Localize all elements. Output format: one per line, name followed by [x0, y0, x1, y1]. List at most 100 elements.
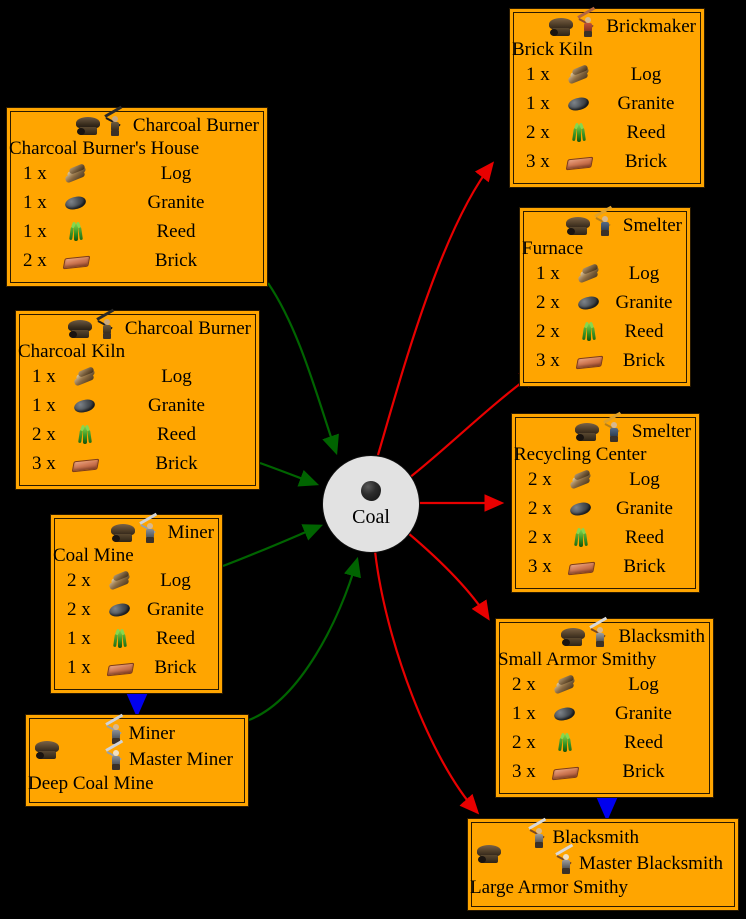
building-name: Charcoal Kiln: [18, 341, 126, 362]
smelter-icon: [603, 411, 624, 443]
node-small-armor-smithy[interactable]: Blacksmith Small Armor Smithy 2 x Log 1 …: [495, 616, 714, 798]
reed-icon: [571, 122, 587, 143]
cost-row: 2 x Brick: [15, 246, 259, 275]
cost-name: Granite: [148, 394, 205, 416]
node-coal-mine[interactable]: Miner Coal Mine 2 x Log 2 x Granite 1 x …: [50, 512, 223, 694]
node-body: Brickmaker Brick Kiln 1 x Log 1 x Granit…: [512, 6, 701, 184]
charcoal-burner-icon: [96, 308, 117, 340]
log-icon: [64, 162, 88, 183]
building-name: Coal Mine: [53, 545, 134, 566]
coal-icon: [360, 480, 382, 502]
cost-row: 2 x Reed: [520, 523, 691, 552]
miner-icon: [138, 512, 160, 544]
cost-qty: 1 x: [67, 656, 91, 678]
log-icon: [569, 468, 593, 489]
cost-qty: 2 x: [528, 468, 552, 490]
node-body: Blacksmith Master Blacksmith Large Armor…: [470, 817, 735, 907]
node-furnace[interactable]: Smelter Furnace 1 x Log 2 x Granite 2 x …: [519, 205, 691, 387]
worker-label: Blacksmith: [618, 626, 705, 647]
worker-row: Master Blacksmith: [476, 843, 730, 877]
reed-icon: [557, 732, 573, 753]
node-header: Smelter: [528, 205, 682, 238]
cost-qty: 3 x: [528, 555, 552, 577]
cost-qty: 1 x: [23, 220, 47, 242]
cost-qty: 1 x: [23, 191, 47, 213]
resource-node-coal[interactable]: Coal: [322, 455, 420, 553]
node-large-armor-smithy[interactable]: Blacksmith Master Blacksmith Large Armor…: [467, 817, 739, 911]
cost-row: 1 x Log: [518, 60, 696, 89]
charcoal-burners-house-icon: [75, 115, 101, 137]
granite-icon: [576, 294, 601, 311]
brick-icon: [106, 661, 135, 676]
brick-icon: [551, 765, 580, 780]
worker-label: Blacksmith: [552, 827, 639, 848]
cost-qty: 2 x: [32, 423, 56, 445]
cost-row: 1 x Reed: [59, 624, 214, 653]
edge-coal-to-small-armor-smithy: [407, 532, 490, 621]
cost-name: Brick: [623, 555, 666, 577]
cost-row: 2 x Log: [504, 670, 705, 699]
node-brick-kiln[interactable]: Brickmaker Brick Kiln 1 x Log 1 x Granit…: [509, 6, 705, 188]
node-recycling-center[interactable]: Smelter Recycling Center 2 x Log 2 x Gra…: [511, 411, 700, 593]
brick-icon: [567, 560, 596, 575]
worker-label: Master Blacksmith: [578, 853, 723, 874]
cost-name: Log: [628, 673, 659, 695]
cost-qty: 2 x: [528, 497, 552, 519]
worker-label: Master Miner: [129, 749, 233, 770]
cost-name: Reed: [156, 220, 196, 242]
cost-row: 2 x Reed: [528, 317, 682, 346]
cost-name: Reed: [156, 423, 197, 445]
node-charcoal-burners-house[interactable]: Charcoal Burner Charcoal Burner's House …: [6, 105, 268, 287]
granite-icon: [63, 194, 88, 211]
edge-charcoal-burners-house-to-coal: [267, 282, 339, 456]
granite-icon: [566, 95, 591, 112]
cost-name: Granite: [616, 497, 673, 519]
node-header: Miner: [59, 512, 214, 545]
worker-label: Charcoal Burner: [124, 318, 251, 339]
node-deep-coal-mine[interactable]: Miner Master Miner Deep Coal Mine: [25, 713, 249, 807]
furnace-icon: [565, 215, 591, 237]
worker-row: Miner: [34, 713, 240, 747]
cost-qty: 1 x: [512, 702, 536, 724]
cost-row: 3 x Brick: [520, 552, 691, 581]
worker-row: Master Miner: [34, 739, 240, 773]
node-header: Charcoal Burner: [24, 308, 251, 341]
node-body: Miner Master Miner Deep Coal Mine: [28, 713, 245, 803]
log-icon: [553, 673, 577, 694]
blacksmith-icon: [589, 616, 610, 648]
smelter-icon: [594, 205, 615, 237]
cost-name: Reed: [626, 121, 666, 143]
cost-qty: 3 x: [536, 349, 560, 371]
edge-coal-mine-to-coal: [222, 524, 324, 568]
cost-row: 3 x Brick: [528, 346, 682, 375]
master-miner-icon: [105, 739, 126, 771]
brick-icon: [565, 155, 594, 170]
edge-coal-to-brick-kiln: [376, 161, 495, 456]
cost-row: 3 x Brick: [518, 147, 696, 176]
brick-icon: [62, 254, 91, 269]
node-body: Smelter Furnace 1 x Log 2 x Granite 2 x …: [522, 205, 687, 383]
brickmaker-icon: [577, 6, 598, 38]
cost-row: 1 x Log: [24, 362, 251, 391]
cost-row: 3 x Brick: [24, 449, 251, 478]
cost-qty: 2 x: [512, 673, 536, 695]
cost-name: Brick: [622, 760, 665, 782]
cost-row: 1 x Brick: [59, 653, 214, 682]
reed-icon: [68, 221, 84, 242]
cost-name: Granite: [615, 702, 672, 724]
node-charcoal-kiln[interactable]: Charcoal Burner Charcoal Kiln 1 x Log 1 …: [15, 308, 260, 490]
edge-coal-to-large-armor-smithy: [373, 550, 480, 815]
node-body: Smelter Recycling Center 2 x Log 2 x Gra…: [514, 411, 696, 589]
worker-label: Smelter: [631, 421, 691, 442]
cost-row: 2 x Reed: [24, 420, 251, 449]
brick-icon: [575, 354, 604, 369]
cost-qty: 1 x: [536, 262, 560, 284]
cost-name: Log: [160, 569, 191, 591]
cost-qty: 2 x: [536, 291, 560, 313]
cost-name: Log: [161, 365, 192, 387]
cost-row: 1 x Granite: [518, 89, 696, 118]
cost-row: 1 x Log: [15, 159, 259, 188]
cost-qty: 1 x: [67, 627, 91, 649]
worker-row: Blacksmith: [476, 817, 730, 851]
cost-qty: 3 x: [32, 452, 56, 474]
